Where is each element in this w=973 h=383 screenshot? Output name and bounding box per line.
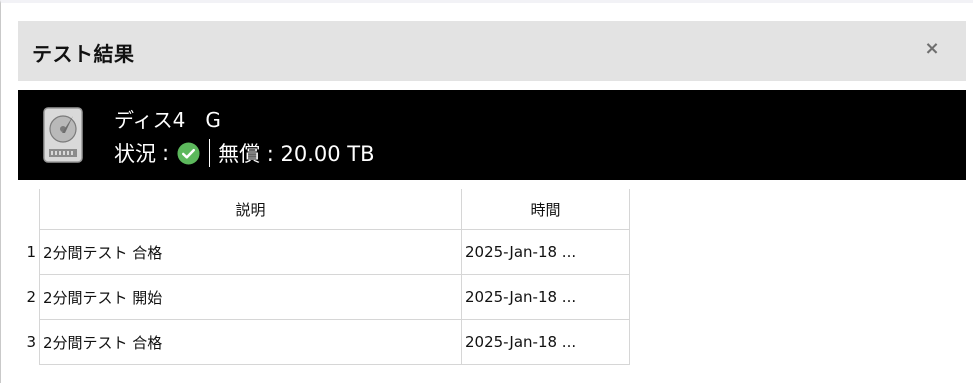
disk-name: ディス4 G [114,108,221,132]
dialog-title-bar: テスト結果 × [18,21,966,81]
table-header-row: 説明 時間 [18,189,630,230]
test-results-dialog: テスト結果 × ディス4 G 状況 : 無償 : 20.00 TB 説明 時間 … [0,0,973,383]
table-row[interactable]: 1 2分間テスト 合格 2025-Jan-18 ... [18,229,630,275]
description-column-header[interactable]: 説明 [39,189,462,230]
hard-drive-icon [43,107,83,163]
row-time: 2025-Jan-18 ... [461,229,630,275]
row-number: 3 [26,333,36,351]
row-time: 2025-Jan-18 ... [461,319,630,365]
status-label: 状況 [114,142,156,166]
dialog-title: テスト結果 [32,42,135,66]
row-description: 2分間テスト 合格 [39,229,462,275]
check-circle-icon [177,141,200,165]
row-description: 2分間テスト 合格 [39,319,462,365]
table-row[interactable]: 3 2分間テスト 合格 2025-Jan-18 ... [18,319,630,365]
table-row[interactable]: 2 2分間テスト 開始 2025-Jan-18 ... [18,274,630,320]
status-divider [209,139,211,167]
row-number: 1 [26,243,36,261]
time-column-header[interactable]: 時間 [461,189,630,230]
disk-status-row: 状況 : 無償 : 20.00 TB [114,138,375,168]
status-colon: : [162,141,170,165]
test-results-table: 説明 時間 1 2分間テスト 合格 2025-Jan-18 ... 2 2分間テ… [18,189,630,365]
row-number: 2 [26,288,36,306]
warranty-capacity: 無償 : 20.00 TB [218,142,375,166]
close-icon[interactable]: × [922,38,942,60]
row-number-header [18,189,40,230]
row-time: 2025-Jan-18 ... [461,274,630,320]
disk-info-panel: ディス4 G 状況 : 無償 : 20.00 TB [18,90,966,180]
row-description: 2分間テスト 開始 [39,274,462,320]
